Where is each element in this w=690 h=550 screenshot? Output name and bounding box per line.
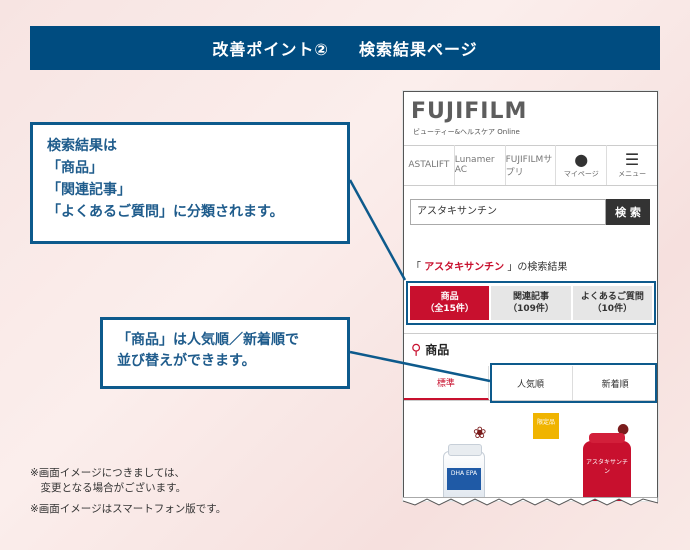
connector-lines <box>348 179 491 383</box>
